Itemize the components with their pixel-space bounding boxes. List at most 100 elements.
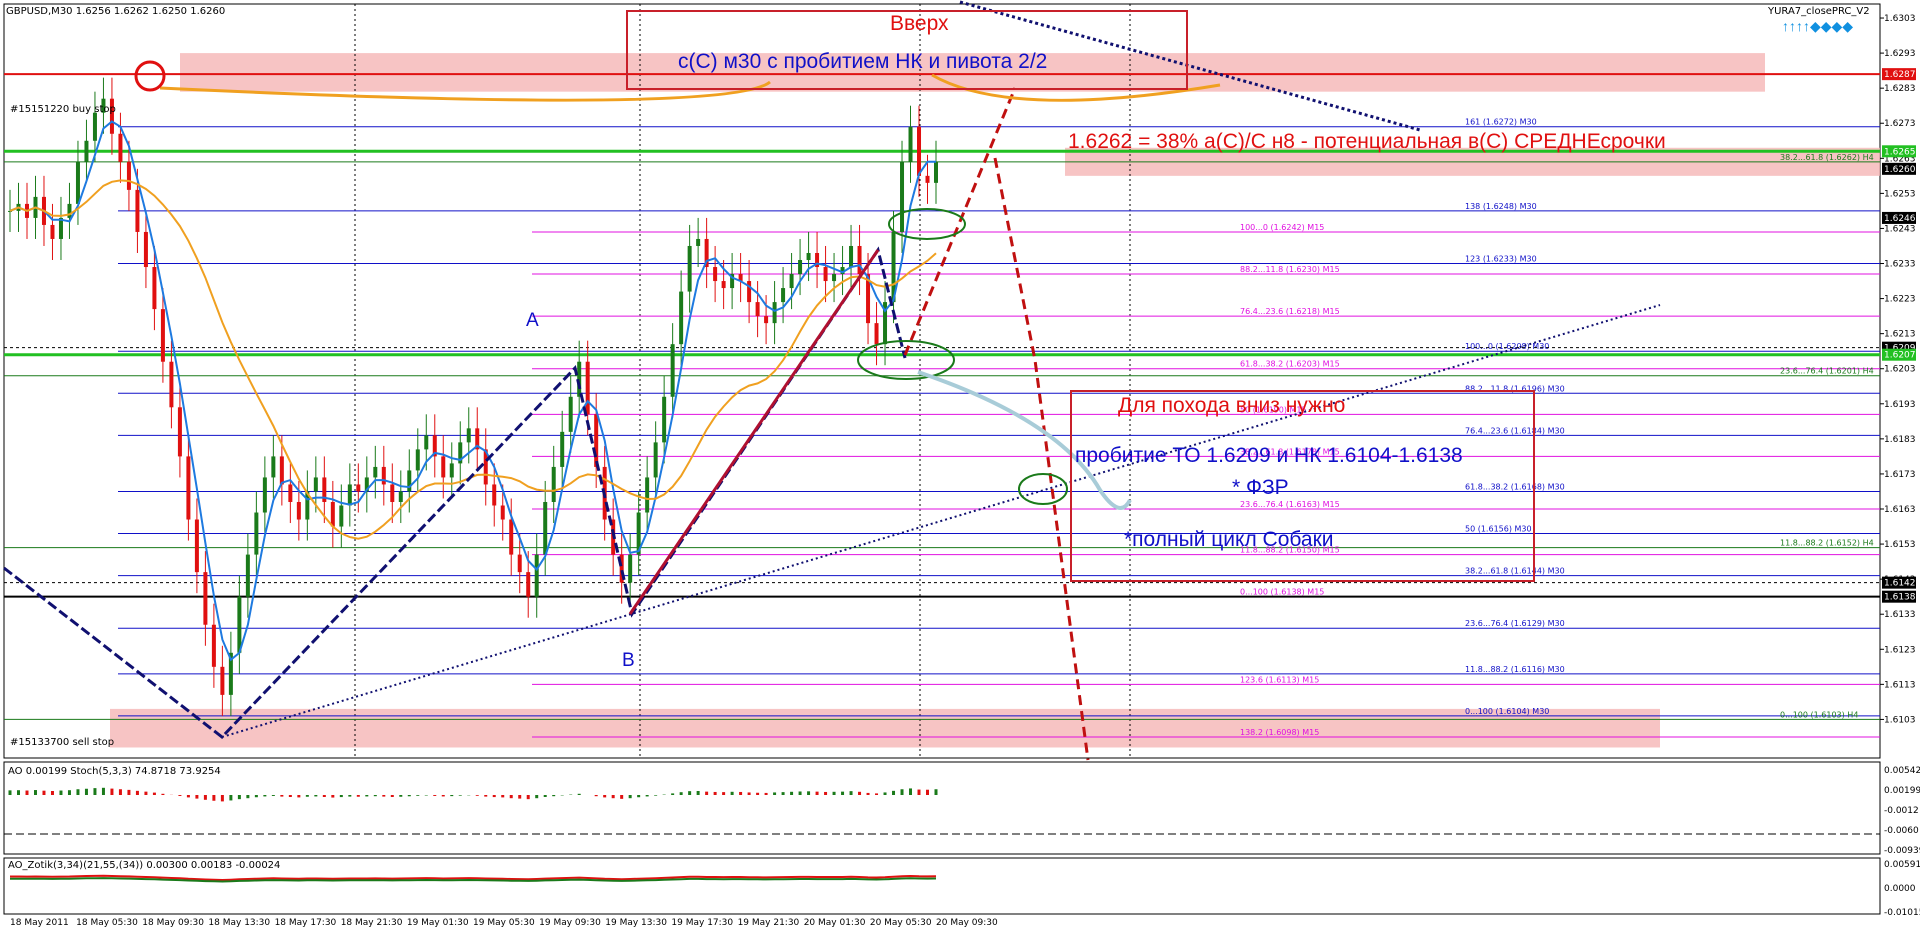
candle-body-93: [798, 260, 803, 275]
candle-body-87: [747, 281, 752, 303]
ma-slow-line: [9, 179, 937, 540]
red-circle-marker: [134, 60, 166, 92]
candle-body-54: [466, 428, 471, 443]
price-tick-label-2: 1.6283: [1884, 84, 1916, 94]
price-tag-label-7: 1.6138: [1884, 593, 1916, 603]
price-tick-label-14: 1.6163: [1884, 505, 1916, 515]
price-tick-label-0: 1.6303: [1884, 14, 1916, 24]
candle-body-47: [407, 470, 412, 492]
box-down-line1: пробитие ТО 1.6209 и НК 1.6104-1.6138: [1075, 444, 1463, 467]
buy-stop-label: #15151220 buy stop: [10, 104, 116, 115]
candle-body-89: [764, 316, 769, 324]
time-label-11: 19 May 21:30: [738, 918, 800, 928]
candle-body-27: [237, 596, 242, 653]
ao-zotik-tick-1: 0.0000: [1884, 884, 1916, 894]
candle-body-22: [194, 519, 199, 573]
time-label-5: 18 May 21:30: [341, 918, 403, 928]
candle-body-51: [441, 456, 446, 478]
candle-body-15: [135, 189, 140, 232]
box-down-title: Для похода вниз нужно: [1118, 394, 1346, 417]
candle-body-97: [832, 274, 837, 282]
fib-label-26: 138.2 (1.6098) M15: [1240, 728, 1319, 737]
price-tick-label-6: 1.6243: [1884, 224, 1916, 234]
candle-body-106: [908, 126, 913, 162]
candle-body-107: [917, 126, 922, 176]
candle-body-29: [254, 512, 259, 555]
candle-body-34: [296, 501, 301, 520]
point-b-label: B: [622, 650, 635, 671]
time-label-6: 19 May 01:30: [407, 918, 469, 928]
fib-label-23: 123.6 (1.6113) M15: [1240, 675, 1319, 684]
ao-tick-3: -0.0060: [1884, 826, 1919, 836]
candle-body-9: [84, 140, 89, 162]
box-down-line2: * ФЗР: [1232, 476, 1289, 499]
level-note: 1.6262 = 38% а(С)/С н8 - потенциальная в…: [1068, 130, 1666, 153]
candle-body-49: [424, 435, 429, 450]
fib-label-1: 38.2...61.8 (1.6262) H4: [1780, 153, 1874, 162]
fib-label-9: 23.6...76.4 (1.6201) H4: [1780, 367, 1874, 376]
candle-body-64: [551, 466, 556, 502]
ao-tick-1: 0.00199: [1884, 786, 1920, 796]
fib-label-5: 88.2...11.8 (1.6230) M15: [1240, 265, 1340, 274]
price-tick-label-17: 1.6133: [1884, 610, 1916, 620]
price-tick-label-9: 1.6213: [1884, 330, 1916, 340]
candle-body-40: [347, 484, 352, 506]
price-tick-label-20: 1.6103: [1884, 715, 1916, 725]
candle-body-10: [92, 112, 97, 141]
box-down-line3: *полный цикл Собаки: [1124, 528, 1334, 551]
candle-body-25: [220, 666, 225, 695]
annotation-box-down[interactable]: [1070, 390, 1535, 582]
candle-body-7: [67, 203, 72, 218]
candle-body-57: [492, 484, 497, 506]
candle-body-20: [177, 407, 182, 457]
sell-stop-label: #15133700 sell stop: [10, 737, 115, 748]
candle-body-17: [152, 267, 157, 310]
candle-body-13: [118, 133, 123, 162]
indicator-name: YURA7_closePRC_V2: [1768, 6, 1870, 17]
candle-body-19: [169, 361, 174, 408]
candle-body-62: [534, 554, 539, 597]
price-tag-label-5: 1.6207: [1884, 351, 1916, 361]
candle-body-48: [415, 449, 420, 471]
candle-body-65: [560, 431, 565, 467]
price-tick-label-11: 1.6193: [1884, 400, 1916, 410]
candle-body-21: [186, 456, 191, 520]
pink-zone-bottom: [110, 708, 1660, 748]
time-label-12: 20 May 01:30: [804, 918, 866, 928]
candle-body-60: [517, 554, 522, 573]
price-tick-label-10: 1.6203: [1884, 365, 1916, 375]
ellipse-mid: [857, 340, 955, 380]
time-label-7: 19 May 05:30: [473, 918, 535, 928]
candle-body-91: [781, 288, 786, 303]
fib-label-7: 100...0 (1.6208) M30: [1465, 342, 1549, 351]
fib-label-2: 138 (1.6248) M30: [1465, 202, 1537, 211]
candle-body-92: [789, 274, 794, 289]
candle-body-109: [934, 161, 938, 183]
fib-label-0: 161 (1.6272) M30: [1465, 118, 1537, 127]
point-a-label: A: [526, 310, 539, 331]
fib-label-8: 61.8...38.2 (1.6203) M15: [1240, 360, 1340, 369]
candle-body-96: [823, 267, 828, 282]
candle-body-102: [874, 323, 879, 345]
ao-zotik-label: AO_Zotik(3,34)(21,55,(34)) 0.00300 0.001…: [8, 860, 281, 871]
candle-body-31: [271, 456, 276, 478]
ao-zotik-tick-2: -0.01015: [1884, 908, 1920, 918]
price-tick-label-5: 1.6253: [1884, 189, 1916, 199]
candle-body-81: [696, 238, 701, 246]
time-label-4: 18 May 17:30: [275, 918, 337, 928]
ao-zotik-panel-frame: [3, 857, 1881, 915]
price-tick-label-3: 1.6273: [1884, 119, 1916, 129]
price-tag-label-6: 1.6142: [1884, 579, 1916, 589]
wave-lines: [3, 246, 907, 740]
price-tick-label-15: 1.6153: [1884, 540, 1916, 550]
box-up-title: Вверх: [890, 12, 949, 35]
candle-body-6: [58, 217, 63, 239]
price-tick-label-7: 1.6233: [1884, 260, 1916, 270]
candle-body-5: [50, 224, 55, 239]
candle-body-78: [670, 344, 675, 397]
ao-label: AO 0.00199 Stoch(5,3,3) 74.8718 73.9254: [8, 766, 221, 777]
time-label-10: 19 May 17:30: [671, 918, 733, 928]
candle-body-90: [772, 302, 777, 324]
candle-body-30: [262, 477, 267, 513]
candle-body-94: [806, 252, 811, 261]
